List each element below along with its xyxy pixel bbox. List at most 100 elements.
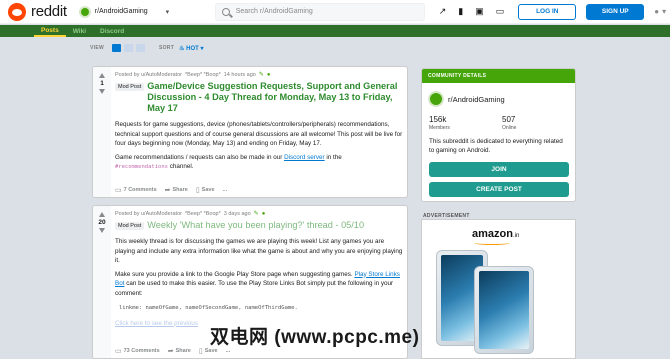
- post-flair[interactable]: Mod Post: [115, 83, 145, 91]
- members-count: 156k: [429, 115, 447, 124]
- reddit-logo[interactable]: reddit: [8, 2, 67, 21]
- search-input[interactable]: Search r/AndroidGaming: [214, 2, 425, 21]
- amazon-brand: amazon: [472, 228, 513, 240]
- post-text: can be used to make this easier. To use …: [115, 280, 394, 297]
- amazon-brand-suffix: .in: [512, 233, 520, 239]
- downvote-icon[interactable]: [99, 89, 105, 94]
- members-stat: 156k Members: [429, 115, 502, 131]
- shield-icon: ●: [261, 210, 266, 217]
- subreddit-icon: [78, 5, 91, 18]
- comments-button[interactable]: ▭ 73 Comments: [115, 347, 160, 355]
- pin-icon: ✎: [258, 72, 264, 78]
- post-text: Make sure you provide a link to the Goog…: [115, 270, 355, 278]
- post-meta: Posted by u/AutoModerator *Beep* *Boop* …: [115, 71, 403, 79]
- vote-column: 1: [93, 67, 111, 197]
- top-header: reddit r/AndroidGaming ▾ Search r/Androi…: [0, 0, 670, 24]
- code-block: linkme: nameOfGame, nameOfSecondGame, na…: [119, 305, 298, 311]
- post-author[interactable]: Posted by u/AutoModerator: [115, 211, 182, 217]
- community-description: This subreddit is dedicated to everythin…: [429, 138, 563, 154]
- share-label: Share: [175, 348, 191, 354]
- share-button[interactable]: ➦ Share: [168, 347, 191, 355]
- bookmark-icon: ▯: [198, 348, 203, 355]
- post-time: 3 days ago: [223, 210, 251, 217]
- search-icon: [221, 7, 230, 16]
- sort-dropdown[interactable]: ♨ HOT ▾: [179, 45, 203, 52]
- post-time: 14 hours ago: [223, 71, 256, 78]
- tab-posts[interactable]: Posts: [34, 27, 66, 37]
- advertisement[interactable]: amazon.in: [421, 219, 576, 359]
- join-button[interactable]: JOIN: [429, 162, 569, 177]
- post-card[interactable]: 1 Posted by u/AutoModerator *Beep* *Boop…: [92, 66, 408, 198]
- save-label: Save: [201, 187, 215, 193]
- share-icon: ➦: [164, 187, 171, 194]
- login-button[interactable]: LOG IN: [518, 3, 577, 20]
- signup-button[interactable]: SIGN UP: [586, 3, 645, 20]
- post-flair[interactable]: Mod Post: [115, 222, 145, 230]
- tablet-image: [474, 266, 534, 354]
- chat-icon[interactable]: ▣: [475, 6, 484, 17]
- comment-icon: ▭: [115, 348, 122, 355]
- community-details-card: COMMUNITY DETAILS r/AndroidGaming 156k M…: [421, 68, 576, 202]
- share-icon: ➦: [167, 348, 174, 355]
- chevron-down-icon: ▾: [165, 8, 170, 16]
- sort-bar: VIEW SORT ♨ HOT ▾: [90, 40, 410, 56]
- stats-icon[interactable]: ▮: [458, 6, 463, 17]
- post-body: Requests for game suggestions, device (p…: [115, 120, 403, 173]
- chevron-down-icon: ▾: [200, 45, 204, 52]
- user-menu[interactable]: ● ▾: [654, 7, 666, 16]
- online-count: 507: [502, 115, 516, 124]
- amazon-smile-icon: [474, 241, 510, 245]
- sort-value: HOT: [186, 45, 199, 52]
- post-paragraph: Requests for game suggestions, device (p…: [115, 121, 403, 147]
- post-text: in the: [324, 153, 342, 161]
- compact-view-icon[interactable]: [135, 44, 145, 52]
- save-button[interactable]: ▯ Save: [196, 186, 215, 194]
- amazon-logo: amazon.in: [472, 228, 519, 240]
- card-view-icon[interactable]: [111, 44, 121, 52]
- post-score: 20: [98, 219, 106, 226]
- tv-icon[interactable]: ▭: [496, 6, 505, 17]
- comments-label: 7 Comments: [123, 187, 157, 193]
- post-actions: ▭ 7 Comments ➦ Share ▯ Save ...: [115, 186, 227, 194]
- post-title[interactable]: Game/Device Suggestion Requests, Support…: [147, 81, 403, 114]
- post-score: 1: [100, 80, 104, 87]
- pin-icon: ✎: [253, 211, 259, 217]
- subreddit-name: r/AndroidGaming: [94, 8, 148, 15]
- reddit-logo-icon: [8, 2, 26, 21]
- watermark: 双电网 (www.pcpc.me): [210, 327, 420, 348]
- subreddit-selector[interactable]: r/AndroidGaming ▾: [78, 5, 209, 18]
- online-label: Online: [502, 125, 517, 131]
- classic-view-icon[interactable]: [123, 44, 133, 52]
- discord-link[interactable]: Discord server: [284, 154, 325, 161]
- community-name[interactable]: r/AndroidGaming: [448, 95, 505, 104]
- sort-label: SORT: [158, 45, 175, 51]
- post-author[interactable]: Posted by u/AutoModerator: [115, 72, 182, 78]
- chevron-down-icon: ▾: [662, 7, 667, 16]
- post-meta: Posted by u/AutoModerator *Beep* *Boop* …: [115, 210, 403, 218]
- user-icon: ●: [654, 7, 660, 16]
- upvote-icon[interactable]: [99, 73, 105, 78]
- community-icon: [428, 91, 444, 107]
- comments-button[interactable]: ▭ 7 Comments: [115, 186, 157, 194]
- share-button[interactable]: ➦ Share: [165, 186, 188, 194]
- reddit-wordmark: reddit: [31, 3, 67, 20]
- members-label: Members: [429, 125, 450, 131]
- upvote-icon[interactable]: [99, 212, 105, 217]
- trending-icon[interactable]: ↗: [439, 6, 447, 17]
- tab-discord[interactable]: Discord: [93, 28, 131, 37]
- view-label: VIEW: [90, 45, 104, 51]
- card-header: COMMUNITY DETAILS: [422, 69, 575, 83]
- user-flair: *Beep* *Boop*: [184, 71, 221, 78]
- comment-icon: ▭: [115, 187, 122, 194]
- comments-label: 73 Comments: [123, 348, 160, 354]
- share-label: Share: [172, 187, 188, 193]
- post-text: channel.: [167, 163, 194, 170]
- more-options-button[interactable]: ...: [223, 187, 228, 193]
- downvote-icon[interactable]: [99, 228, 105, 233]
- post-title[interactable]: Weekly 'What have you been playing?' thr…: [147, 220, 364, 231]
- shield-icon: ●: [266, 71, 271, 78]
- vote-column: 20: [93, 206, 111, 358]
- tab-wiki[interactable]: Wiki: [66, 28, 93, 37]
- create-post-button[interactable]: CREATE POST: [429, 182, 569, 197]
- online-stat: 507 Online: [502, 115, 575, 131]
